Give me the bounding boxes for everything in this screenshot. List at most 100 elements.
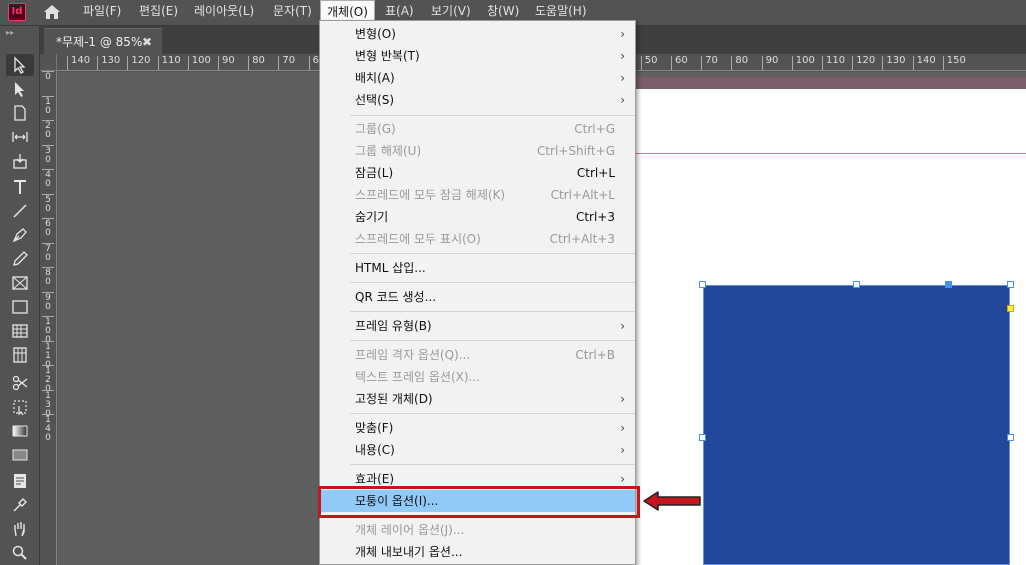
direct-selection-tool-icon[interactable]: [6, 78, 34, 100]
ruler-tick-label: 100: [791, 56, 815, 70]
menu-edit[interactable]: 편집(E): [133, 0, 184, 26]
document-tab-title: *무제-1 @ 85%: [56, 35, 143, 49]
note-tool-icon[interactable]: [6, 470, 34, 492]
line-tool-icon[interactable]: [6, 200, 34, 222]
ruler-tick-label: 80: [248, 56, 265, 70]
menu-item-select[interactable]: 선택(S) ›: [320, 89, 635, 111]
menu-separator: [350, 115, 635, 116]
menu-item-insert-html[interactable]: HTML 삽입...: [320, 257, 635, 279]
type-tool-icon[interactable]: [6, 176, 34, 198]
menu-item-transform[interactable]: 변형(O) ›: [320, 23, 635, 45]
menu-item-transform-again[interactable]: 변형 반복(T) ›: [320, 45, 635, 67]
menu-item-anchored-object[interactable]: 고정된 개체(D) ›: [320, 388, 635, 410]
ruler-tick-label: 120: [127, 56, 150, 70]
pencil-tool-icon[interactable]: [6, 248, 34, 270]
eyedropper-tool-icon[interactable]: [6, 494, 34, 516]
ruler-tick-label: 0: [42, 71, 54, 82]
ruler-tick-label: 9 0: [42, 291, 54, 312]
pen-tool-icon[interactable]: [6, 224, 34, 246]
document-tab[interactable]: *무제-1 @ 85% ✖: [44, 28, 162, 54]
handle-middle-right[interactable]: [1007, 434, 1014, 441]
ruler-tick-label: 3 0: [42, 144, 54, 165]
bleed-area: [636, 77, 1026, 89]
menu-item-content[interactable]: 내용(C) ›: [320, 439, 635, 461]
menu-item-lock[interactable]: 잠금(L) Ctrl+L: [320, 162, 635, 184]
ruler-tick-label: 5 0: [42, 193, 54, 214]
menu-item-group[interactable]: 그룹(G) Ctrl+G: [320, 118, 635, 140]
vertical-ruler[interactable]: 01 02 03 04 05 06 07 08 09 01 0 01 1 01 …: [40, 71, 57, 565]
menu-separator: [350, 464, 635, 465]
selection-tool-icon[interactable]: [6, 54, 34, 76]
rectangle-tool-icon[interactable]: [6, 296, 34, 318]
zoom-tool-icon[interactable]: [6, 542, 34, 564]
annotation-arrow-icon: [643, 491, 701, 511]
menu-layout[interactable]: 레이아웃(L): [188, 0, 260, 26]
ruler-tick-label: 6 0: [42, 218, 54, 238]
hand-tool-icon[interactable]: [6, 518, 34, 540]
menu-item-frame-type[interactable]: 프레임 유형(B) ›: [320, 315, 635, 337]
ruler-tick-label: 110: [822, 56, 845, 70]
annotation-highlight-box: [318, 486, 640, 518]
vertical-grid-tool-icon[interactable]: [6, 344, 34, 366]
margin-guide: [636, 153, 1026, 154]
tools-panel: ▸▸: [0, 26, 40, 565]
ruler-tick-label: 130: [97, 56, 120, 70]
menu-item-text-frame-options[interactable]: 텍스트 프레임 옵션(X)...: [320, 366, 635, 388]
menu-separator: [350, 282, 635, 283]
menu-item-unlock-all[interactable]: 스프레드에 모두 잠금 해제(K) Ctrl+Alt+L: [320, 184, 635, 206]
ruler-tick-label: 110: [157, 56, 181, 70]
object-menu-dropdown: 변형(O) › 변형 반복(T) › 배치(A) › 선택(S) › 그룹(G) Ctrl…: [319, 20, 636, 565]
handle-middle-left[interactable]: [699, 434, 706, 441]
ruler-tick-label: 130: [882, 56, 905, 70]
menu-item-arrange[interactable]: 배치(A) ›: [320, 67, 635, 89]
ruler-tick-label: 4 0: [42, 169, 54, 189]
free-transform-tool-icon[interactable]: [6, 396, 34, 418]
menu-item-hide[interactable]: 숨기기 Ctrl+3: [320, 206, 635, 228]
menu-separator: [350, 311, 635, 312]
menu-item-frame-grid-options[interactable]: 프레임 격자 옵션(Q)... Ctrl+B: [320, 344, 635, 366]
menu-item-ungroup[interactable]: 그룹 해제(U) Ctrl+Shift+G: [320, 140, 635, 162]
ruler-tick-label: 90: [218, 56, 235, 70]
handle-content-grabber[interactable]: [945, 281, 952, 288]
page-tool-icon[interactable]: [6, 102, 34, 124]
panel-grip-icon[interactable]: ▸▸: [6, 28, 34, 38]
scissors-tool-icon[interactable]: [6, 372, 34, 394]
ruler-tick-label: 100: [187, 56, 211, 70]
indesign-app-icon: Id: [8, 3, 26, 21]
corner-options-handle[interactable]: [1007, 305, 1014, 312]
ruler-tick-label: 140: [912, 56, 936, 70]
menu-type[interactable]: 문자(T): [267, 0, 318, 26]
ruler-tick-label: 120: [852, 56, 875, 70]
gap-tool-icon[interactable]: [6, 126, 34, 148]
ruler-tick-label: 90: [761, 56, 778, 70]
menu-separator: [350, 340, 635, 341]
menu-item-fitting[interactable]: 맞춤(F) ›: [320, 417, 635, 439]
gradient-swatch-tool-icon[interactable]: [6, 420, 34, 442]
close-icon[interactable]: ✖: [142, 29, 152, 55]
handle-top-left[interactable]: [699, 281, 706, 288]
ruler-tick-label: 50: [640, 56, 658, 70]
menu-item-show-all[interactable]: 스프레드에 모두 표시(O) Ctrl+Alt+3: [320, 228, 635, 250]
ruler-tick-label: 1 4 0: [42, 414, 54, 443]
home-icon[interactable]: [42, 3, 62, 21]
handle-top-right[interactable]: [1007, 281, 1014, 288]
menu-item-object-export-options[interactable]: 개체 내보내기 옵션...: [320, 541, 635, 563]
ruler-tick-label: 140: [67, 56, 90, 70]
ruler-tick-label: 1 0: [42, 95, 54, 116]
menu-separator: [350, 253, 635, 254]
ruler-tick-label: 70: [278, 56, 295, 70]
menu-file[interactable]: 파일(F): [77, 0, 127, 26]
handle-top-center[interactable]: [853, 281, 860, 288]
gradient-feather-tool-icon[interactable]: [6, 444, 34, 466]
content-collector-icon[interactable]: [6, 150, 34, 172]
ruler-tick-label: 60: [671, 56, 688, 70]
rectangle-frame-tool-icon[interactable]: [6, 272, 34, 294]
ruler-origin[interactable]: [40, 54, 57, 71]
selected-rectangle[interactable]: [703, 285, 1010, 565]
ruler-tick-label: 80: [731, 56, 748, 70]
menu-item-generate-qr[interactable]: QR 코드 생성...: [320, 286, 635, 308]
horizontal-grid-tool-icon[interactable]: [6, 320, 34, 342]
menu-item-object-layer-options[interactable]: 개체 레이어 옵션(J)...: [320, 519, 635, 541]
ruler-tick-label: 150: [942, 56, 966, 70]
menu-separator: [350, 413, 635, 414]
